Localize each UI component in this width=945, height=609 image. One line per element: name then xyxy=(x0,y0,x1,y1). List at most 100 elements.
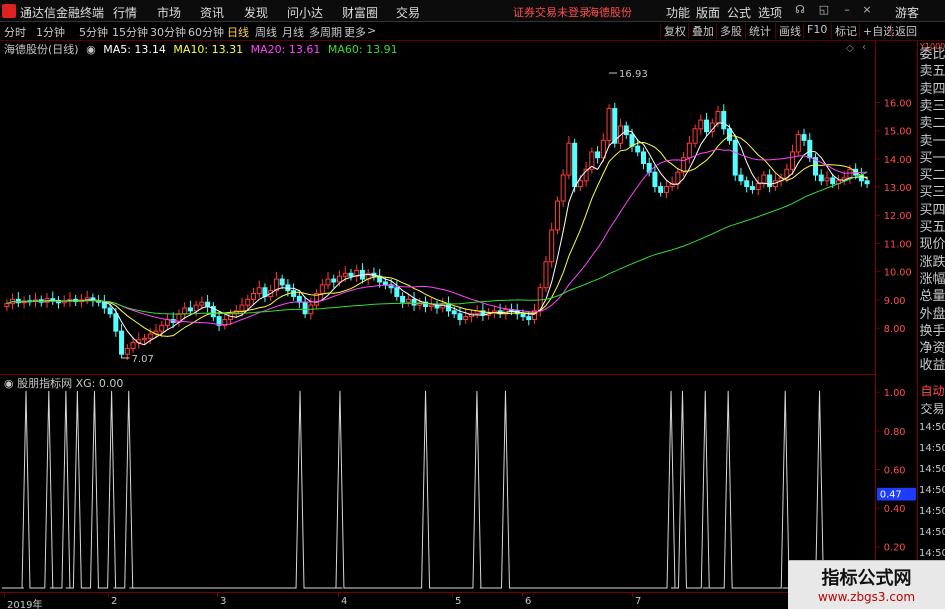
candle-down xyxy=(101,301,107,309)
candle-down xyxy=(113,313,119,332)
period-tab-bar: 分时 1分钟 5分钟 15分钟 30分钟 60分钟 日线 周线 月线 多周期 更… xyxy=(0,22,945,41)
indicator-title: 股朋指标网 XG: 0.00 xyxy=(17,377,124,390)
btn-back[interactable]: 返回 xyxy=(891,23,917,39)
auto-trade-button[interactable]: 自动 xyxy=(919,382,945,399)
tab-30min[interactable]: 30分钟 xyxy=(150,24,186,40)
menu-xuanxiang[interactable]: 选项 xyxy=(758,4,782,21)
candle-up xyxy=(245,298,251,306)
kline-chart[interactable]: 16.93 7.07 xyxy=(0,41,875,374)
trade-time: 14:50 xyxy=(919,506,945,517)
xg-signal-line xyxy=(2,390,873,589)
price-tick-label: 9.00 xyxy=(884,296,906,307)
chevron-right-icon[interactable]: > xyxy=(367,24,376,37)
candle-up xyxy=(560,174,566,202)
trade-time: 14:50 xyxy=(919,443,945,454)
indicator-chart[interactable] xyxy=(0,374,875,592)
candle-up xyxy=(193,304,199,312)
legend-settings-icon[interactable]: ◉ xyxy=(86,43,96,56)
candle-up xyxy=(130,342,136,349)
date-tick-label: 3 xyxy=(220,596,227,607)
date-tick-label: 4 xyxy=(341,596,348,607)
menu-wenxiaoda[interactable]: 问小达 xyxy=(287,4,323,21)
minimize-icon[interactable]: – xyxy=(840,3,854,17)
menu-gongshi[interactable]: 公式 xyxy=(727,4,751,21)
skin-icon[interactable]: ◱ xyxy=(817,3,831,17)
price-tick-label: 12.00 xyxy=(884,211,912,222)
price-tick-label: 10.00 xyxy=(884,268,912,279)
side-item[interactable]: 收益 xyxy=(919,354,945,374)
candle-up xyxy=(342,272,348,277)
legend-ma60: MA60: 13.91 xyxy=(327,43,398,56)
close-icon[interactable]: × xyxy=(860,3,874,17)
collapse-icon[interactable]: ‹ xyxy=(862,42,866,53)
tab-1min[interactable]: 1分钟 xyxy=(36,24,65,40)
login-warning[interactable]: 证券交易未登录 xyxy=(513,4,590,20)
menu-banmian[interactable]: 版面 xyxy=(696,4,720,21)
btn-fuquan[interactable]: 复权 xyxy=(660,23,686,39)
headset-icon[interactable]: ☊ xyxy=(793,3,807,17)
candle-down xyxy=(279,278,285,286)
indicator-tick-label: 0.60 xyxy=(884,465,906,476)
trade-button[interactable]: 交易 xyxy=(919,400,945,417)
candle-up xyxy=(147,333,153,339)
menu-faxian[interactable]: 发现 xyxy=(244,4,268,21)
candle-up xyxy=(250,293,256,300)
date-tick-label: 2 xyxy=(111,596,118,607)
btn-add-watchlist[interactable]: +自选 xyxy=(859,23,894,39)
btn-huaxian[interactable]: 画线 xyxy=(775,23,801,39)
menu-gongneng[interactable]: 功能 xyxy=(666,4,690,21)
watermark-url: www.zbgs3.com xyxy=(817,590,916,604)
date-tick xyxy=(338,593,339,597)
candle-down xyxy=(119,330,125,355)
indicator-tick-label: 1.00 xyxy=(884,388,906,399)
candle-up xyxy=(824,177,830,182)
tab-fenshi[interactable]: 分时 xyxy=(4,24,26,40)
tab-monthly[interactable]: 月线 xyxy=(282,24,304,40)
indicator-settings-icon[interactable]: ◉ xyxy=(4,377,14,390)
btn-biaoji[interactable]: 标记 xyxy=(831,23,857,39)
candle-down xyxy=(400,295,406,303)
tab-15min[interactable]: 15分钟 xyxy=(112,24,148,40)
diamond-icon[interactable]: ◇ xyxy=(846,43,854,54)
tab-daily[interactable]: 日线 xyxy=(227,24,249,40)
indicator-tick-label: 0.20 xyxy=(884,543,906,554)
candle-down xyxy=(451,310,457,315)
price-tick-label: 16.00 xyxy=(884,98,912,109)
candle-down xyxy=(187,307,193,312)
btn-f10[interactable]: F10 xyxy=(803,23,827,39)
user-guest[interactable]: 游客 xyxy=(895,4,919,21)
tab-weekly[interactable]: 周线 xyxy=(255,24,277,40)
candle-up xyxy=(491,310,497,313)
menu-hangqing[interactable]: 行情 xyxy=(113,4,137,21)
date-tick-label: 7 xyxy=(635,596,642,607)
price-tick-label: 11.00 xyxy=(884,239,912,250)
candle-up xyxy=(761,174,767,185)
candle-down xyxy=(807,139,813,159)
candle-down xyxy=(658,186,664,193)
candle-up xyxy=(4,303,10,308)
watermark-title: 指标公式网 xyxy=(821,568,912,589)
high-price-label: 16.93 xyxy=(619,69,648,80)
btn-duogu[interactable]: 多股 xyxy=(716,23,742,39)
tab-multi-period[interactable]: 多周期 xyxy=(309,24,342,40)
btn-diejia[interactable]: 叠加 xyxy=(688,23,714,39)
candle-down xyxy=(411,298,417,306)
current-value-label: 0.47 xyxy=(880,490,902,501)
trade-time: 14:50 xyxy=(919,422,945,433)
tab-60min[interactable]: 60分钟 xyxy=(188,24,224,40)
menu-caifuquan[interactable]: 财富圈 xyxy=(342,4,378,21)
price-tick-label: 14.00 xyxy=(884,155,912,166)
candle-up xyxy=(199,301,205,306)
menu-shichang[interactable]: 市场 xyxy=(157,4,181,21)
date-tick xyxy=(632,593,633,597)
candle-up xyxy=(549,229,555,263)
tab-more[interactable]: 更多 xyxy=(344,24,366,40)
btn-tongji[interactable]: 统计 xyxy=(745,23,771,39)
menu-zixun[interactable]: 资讯 xyxy=(200,4,224,21)
candle-up xyxy=(543,261,549,289)
candle-down xyxy=(520,313,526,318)
candle-down xyxy=(382,281,388,286)
tab-5min[interactable]: 5分钟 xyxy=(79,24,108,40)
menu-jiaoyi[interactable]: 交易 xyxy=(396,4,420,21)
candle-down xyxy=(830,177,836,185)
